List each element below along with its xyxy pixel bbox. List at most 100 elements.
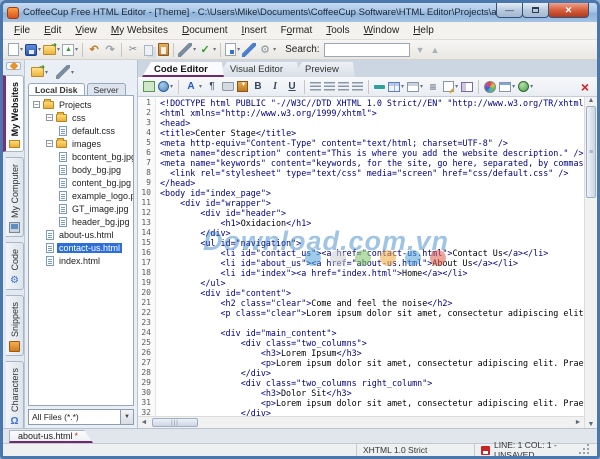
settings-button[interactable]: ▾ — [257, 42, 277, 58]
code-line[interactable]: 4 <title>Center Stage</title> — [138, 128, 584, 138]
code-line[interactable]: 7 <meta name="keywords" content="keywords… — [138, 158, 584, 168]
dropdown-arrow-icon[interactable]: ▾ — [71, 69, 74, 76]
dropdown-arrow-icon[interactable]: ▾ — [45, 69, 48, 76]
menu-window[interactable]: Window — [357, 23, 407, 38]
align-justify-button[interactable] — [351, 81, 364, 92]
tree-item-gt_image.jpg[interactable]: GT_image.jpg — [29, 202, 133, 215]
horizontal-scrollbar[interactable]: ◄ ||| ► — [138, 416, 584, 428]
code-line[interactable]: 29 <div class="two_columns right_column"… — [138, 378, 584, 388]
find-next-icon[interactable]: ▼ — [416, 45, 425, 55]
chevron-down-icon[interactable]: ▼ — [120, 410, 133, 424]
form-button[interactable]: ▾ — [442, 80, 459, 93]
code-line[interactable]: 17 <li id="about_us"><a href="about-us.h… — [138, 258, 584, 268]
dropdown-arrow-icon[interactable]: ▾ — [57, 46, 60, 53]
dropdown-arrow-icon[interactable]: ▾ — [273, 46, 276, 53]
title-bar[interactable]: CoffeeCup Free HTML Editor - [Theme] - C… — [3, 3, 597, 22]
code-line[interactable]: 9 </head> — [138, 178, 584, 188]
validate-button[interactable]: ▾ — [224, 42, 241, 57]
file-tree[interactable]: – Projects – css default.css – images bcontent_… — [28, 95, 134, 406]
import-button[interactable] — [236, 80, 249, 93]
dropdown-arrow-icon[interactable]: ▾ — [75, 46, 78, 53]
scroll-right-icon[interactable]: ► — [572, 419, 584, 426]
close-button[interactable]: ✕ — [548, 3, 589, 18]
code-line[interactable]: 2 <html xmlns="http://www.w3.org/1999/xht… — [138, 108, 584, 118]
italic-button[interactable] — [267, 79, 283, 95]
tree-item-images[interactable]: – images — [29, 137, 133, 150]
code-line[interactable]: 1 <!DOCTYPE html PUBLIC "-//W3C//DTD XHTM… — [138, 98, 584, 108]
code-line[interactable]: 14 </div> — [138, 228, 584, 238]
code-line[interactable]: 19 </ul> — [138, 278, 584, 288]
tab-server[interactable]: Server — [86, 83, 126, 95]
tab-code-editor[interactable]: Code Editor — [142, 62, 224, 77]
close-editor-button[interactable] — [577, 79, 593, 95]
copy-button[interactable] — [141, 42, 157, 58]
resize-grip[interactable] — [582, 445, 591, 456]
tab-preview[interactable]: Preview — [293, 62, 355, 77]
code-line[interactable]: 5 <meta http-equiv="Content-Type" content… — [138, 138, 584, 148]
dropdown-arrow-icon[interactable]: ▾ — [38, 46, 41, 53]
vertical-scrollbar[interactable]: ▲ ≡ ▼ — [584, 97, 597, 428]
code-line[interactable]: 31 <p>Lorem ipsum dolor sit amet, consec… — [138, 398, 584, 408]
undo-button[interactable] — [86, 42, 102, 58]
sidebar-tab-characters[interactable]: Characters — [6, 360, 24, 431]
insert-image-button[interactable] — [142, 80, 156, 93]
new-folder-button[interactable]: ▾ — [30, 63, 49, 78]
menu-view[interactable]: View — [68, 23, 104, 38]
tree-item-index.html[interactable]: index.html — [29, 254, 133, 267]
new-document-button[interactable]: ▾ — [7, 42, 24, 57]
dropdown-arrow-icon[interactable]: ▾ — [213, 46, 216, 53]
redo-button[interactable] — [102, 42, 118, 58]
dropdown-arrow-icon[interactable]: ▾ — [170, 83, 173, 90]
dropdown-arrow-icon[interactable]: ▾ — [420, 83, 423, 90]
tab-local-disk[interactable]: Local Disk — [28, 83, 85, 95]
code-line[interactable]: 22 <p class="clear">Lorem ipsum dolor si… — [138, 308, 584, 318]
open-button[interactable]: ▾ — [42, 41, 61, 56]
search-input[interactable] — [323, 42, 410, 57]
tree-item-contact-us.html[interactable]: contact-us.html — [29, 241, 133, 254]
code-line[interactable]: 16 <li id="contact_us"><a href="contact-… — [138, 248, 584, 258]
horizontal-rule-button[interactable] — [373, 84, 386, 90]
code-line[interactable]: 6 <meta name="description" content="This … — [138, 148, 584, 158]
code-line[interactable]: 24 <div id="main_content"> — [138, 328, 584, 338]
frames-button[interactable] — [460, 81, 474, 93]
collapse-toggle-icon[interactable]: – — [46, 114, 53, 121]
code-line[interactable]: 23 — [138, 318, 584, 328]
horizontal-scroll-thumb[interactable]: ||| — [152, 418, 198, 427]
tree-item-default.css[interactable]: default.css — [29, 124, 133, 137]
dropdown-arrow-icon[interactable]: ▾ — [237, 46, 240, 53]
list-button[interactable] — [425, 79, 441, 95]
collapse-toggle-icon[interactable]: – — [33, 101, 40, 108]
tree-item-body_bg.jpg[interactable]: body_bg.jpg — [29, 163, 133, 176]
menu-my-websites[interactable]: My Websites — [104, 23, 175, 38]
align-left-button[interactable] — [309, 81, 322, 92]
tree-item-projects[interactable]: – Projects — [29, 98, 133, 111]
dropdown-arrow-icon[interactable]: ▾ — [199, 83, 202, 90]
vertical-scroll-thumb[interactable]: ≡ — [586, 106, 596, 198]
bold-button[interactable] — [250, 79, 266, 95]
code-line[interactable]: 8 <link rel="stylesheet" type="text/css"… — [138, 168, 584, 178]
code-line[interactable]: 13 <h1>Oxidacion</h1> — [138, 218, 584, 228]
menu-edit[interactable]: Edit — [37, 23, 68, 38]
preview-browser-button[interactable]: ▾ — [498, 81, 516, 93]
code-line[interactable]: 28 </div> — [138, 368, 584, 378]
align-right-button[interactable] — [337, 81, 350, 92]
code-line[interactable]: 30 <h3>Dolor Sit</h3> — [138, 388, 584, 398]
code-line[interactable]: 20 <div id="content"> — [138, 288, 584, 298]
menu-document[interactable]: Document — [175, 23, 235, 38]
tree-item-about-us.html[interactable]: about-us.html — [29, 228, 133, 241]
tree-item-example_logo.png[interactable]: example_logo.png — [29, 189, 133, 202]
sidebar-tab-code[interactable]: Code — [6, 242, 24, 290]
sidebar-tab-my-computer[interactable]: My Computer — [6, 157, 24, 238]
sidebar-tab-my-websites[interactable]: My Websites — [3, 75, 24, 153]
document-tab-about-us[interactable]: about-us.html * — [9, 430, 93, 443]
code-line[interactable]: 32 </div> — [138, 408, 584, 416]
tree-item-bcontent_bg.jpg[interactable]: bcontent_bg.jpg — [29, 150, 133, 163]
paste-button[interactable] — [157, 42, 170, 57]
file-filter-select[interactable]: All Files (*.*) ▼ — [28, 409, 134, 425]
tree-item-header_bg.jpg[interactable]: header_bg.jpg — [29, 215, 133, 228]
font-button[interactable]: ▾ — [183, 79, 203, 95]
spellcheck-button[interactable]: ▾ — [197, 42, 217, 58]
print-button[interactable] — [221, 81, 235, 92]
tools-button[interactable]: ▾ — [177, 42, 197, 58]
code-line[interactable]: 12 <div id="header"> — [138, 208, 584, 218]
